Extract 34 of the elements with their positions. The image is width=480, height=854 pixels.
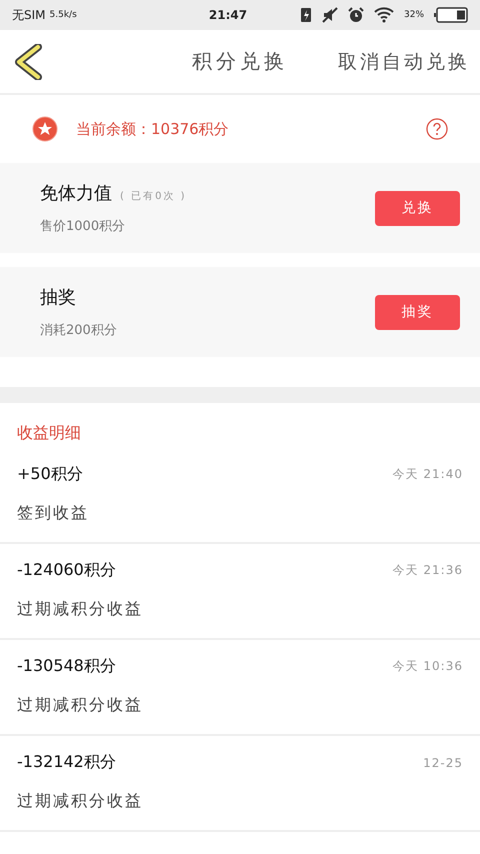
- page-title: 积分兑换: [191, 48, 289, 75]
- record-description: 过期减积分收益: [17, 695, 144, 716]
- points-amount: +50积分: [17, 464, 84, 485]
- network-speed: 5.5k/s: [50, 10, 77, 20]
- alarm-icon: [348, 7, 364, 23]
- offer-title: 免体力值: [40, 182, 112, 205]
- wifi-icon: [374, 7, 394, 23]
- record-time: 今天 10:36: [392, 658, 463, 675]
- record-time: 12-25: [423, 756, 463, 770]
- carrier-text: 无SIM: [12, 6, 46, 24]
- cancel-auto-exchange-link[interactable]: 取消自动兑换: [338, 48, 470, 74]
- battery-icon: [434, 7, 468, 23]
- offer-price: 售价1000积分: [40, 218, 126, 235]
- charging-icon: [300, 7, 312, 23]
- battery-percent: 32%: [404, 10, 424, 20]
- points-amount: -130548积分: [17, 656, 117, 677]
- redeem-button[interactable]: 兑换: [375, 190, 460, 226]
- section-title: 收益明细: [16, 422, 82, 444]
- points-amount: -132142积分: [17, 752, 117, 773]
- offer-title: 抽奖: [40, 286, 76, 309]
- record-description: 过期减积分收益: [17, 791, 144, 812]
- offer-price: 消耗200积分: [40, 322, 118, 339]
- record-description: 过期减积分收益: [17, 599, 144, 620]
- owned-count: ( 已有0次 ): [120, 190, 187, 203]
- clock: 21:47: [208, 8, 248, 22]
- help-icon[interactable]: [426, 118, 448, 140]
- record-time: 今天 21:36: [392, 562, 463, 579]
- redeem-button[interactable]: 抽奖: [375, 294, 460, 330]
- back-icon[interactable]: [14, 44, 42, 80]
- balance-text: 当前余额：10376积分: [76, 120, 230, 138]
- mute-icon: [322, 7, 338, 23]
- record-description: 签到收益: [17, 503, 90, 524]
- points-amount: -124060积分: [17, 560, 117, 581]
- record-time: 今天 21:40: [392, 466, 463, 483]
